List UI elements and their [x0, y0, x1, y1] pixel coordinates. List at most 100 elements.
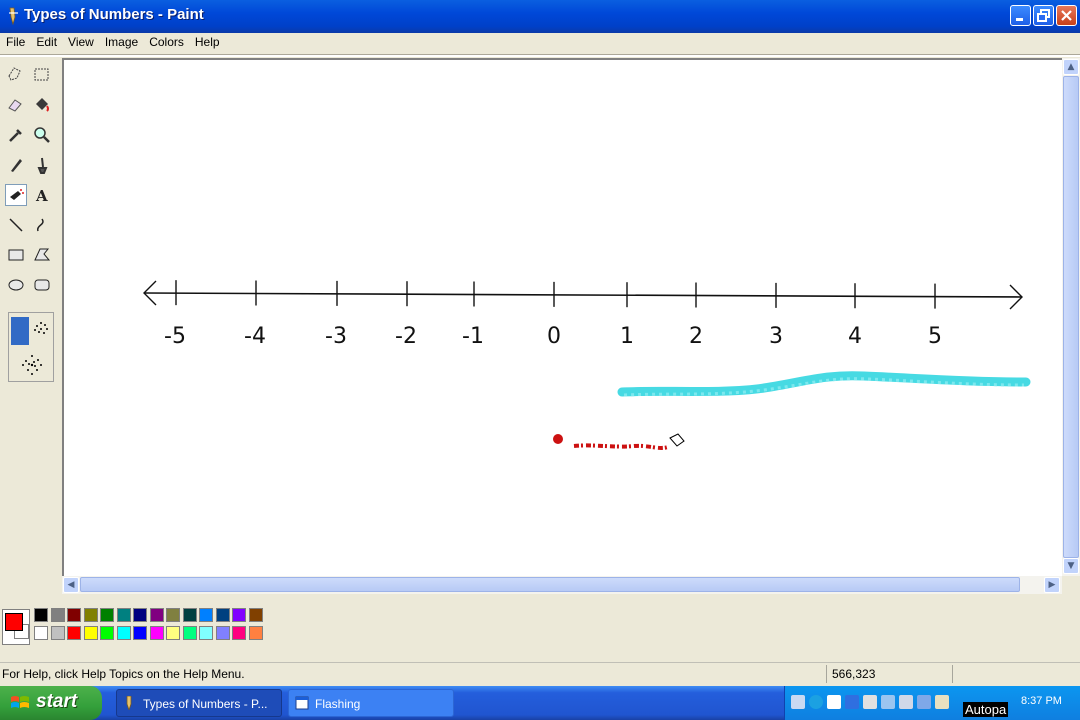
- title-bar[interactable]: Types of Numbers - Paint: [0, 0, 1080, 33]
- menu-image[interactable]: Image: [99, 33, 143, 49]
- monitor-icon[interactable]: [899, 695, 913, 709]
- palette-swatch-bottom-1[interactable]: [50, 626, 65, 640]
- paint-app-icon: [126, 696, 132, 710]
- menu-file[interactable]: File: [0, 33, 30, 49]
- windows-logo-icon: [11, 696, 29, 708]
- airbrush-size-small[interactable]: [11, 317, 29, 345]
- palette-swatch-top-9[interactable]: [182, 608, 197, 622]
- menu-edit[interactable]: Edit: [30, 33, 62, 49]
- menu-colors[interactable]: Colors: [143, 33, 189, 49]
- scroll-right-icon[interactable]: ▶: [1044, 577, 1060, 593]
- taskbar-item-paint[interactable]: Types of Numbers - P...: [116, 689, 282, 717]
- palette-swatch-bottom-10[interactable]: [199, 626, 213, 640]
- window-icon: [295, 696, 309, 710]
- tool-rectangle[interactable]: [5, 244, 27, 266]
- tool-ellipse[interactable]: [5, 274, 27, 296]
- tool-pick-color[interactable]: [5, 124, 27, 146]
- palette-swatch-top-6[interactable]: [133, 608, 147, 622]
- tool-fill-with-color[interactable]: [31, 94, 53, 116]
- tool-magnifier[interactable]: [31, 124, 53, 146]
- palette-swatch-top-1[interactable]: [50, 608, 65, 622]
- palette-swatch-bottom-7[interactable]: [149, 626, 164, 640]
- scroll-down-icon[interactable]: ▼: [1063, 558, 1079, 574]
- palette-swatch-bottom-0[interactable]: [34, 626, 48, 640]
- number-line-label: -5: [164, 324, 186, 349]
- red-airbrush-stroke: [573, 443, 669, 450]
- tool-options-panel: [8, 312, 54, 382]
- airbrush-size-medium-icon[interactable]: [31, 317, 51, 341]
- printer-icon[interactable]: [863, 695, 877, 709]
- text-icon: A: [35, 187, 48, 205]
- palette-swatch-top-3[interactable]: [83, 608, 98, 622]
- scroll-up-icon[interactable]: ▲: [1063, 59, 1079, 75]
- palette-swatch-bottom-6[interactable]: [133, 626, 147, 640]
- line-icon: [9, 218, 23, 232]
- maximize-button[interactable]: [1033, 5, 1054, 26]
- tool-airbrush[interactable]: [5, 184, 27, 206]
- shield-icon[interactable]: [917, 695, 931, 709]
- palette-swatch-top-13[interactable]: [248, 608, 263, 622]
- speaker-icon[interactable]: [935, 695, 949, 709]
- palette-swatch-bottom-2[interactable]: [67, 626, 81, 640]
- drawing-canvas[interactable]: -5 -4 -3 -2 -1 0 1 2 3 4 5: [62, 58, 1062, 576]
- tool-polygon[interactable]: [31, 244, 53, 266]
- brush-icon: [37, 157, 48, 174]
- palette-swatch-bottom-11[interactable]: [215, 626, 230, 640]
- palette-swatch-bottom-4[interactable]: [100, 626, 114, 640]
- palette-swatch-top-4[interactable]: [100, 608, 114, 622]
- status-divider: [826, 665, 827, 683]
- tool-rounded-rectangle[interactable]: [31, 274, 53, 296]
- palette-swatch-top-10[interactable]: [199, 608, 213, 622]
- number-line-label: 2: [689, 324, 703, 349]
- palette-swatch-bottom-5[interactable]: [116, 626, 131, 640]
- palette-swatch-top-0[interactable]: [34, 608, 48, 622]
- palette-swatch-bottom-3[interactable]: [83, 626, 98, 640]
- restore-icon: [1037, 9, 1050, 22]
- red-airbrush-dot: [553, 434, 563, 444]
- vertical-scroll-thumb[interactable]: [1063, 76, 1079, 558]
- tool-text[interactable]: A: [31, 184, 53, 206]
- close-button[interactable]: [1056, 5, 1077, 26]
- paint-app-icon: [9, 7, 18, 25]
- tool-brush[interactable]: [31, 154, 53, 176]
- tool-select[interactable]: [31, 64, 53, 86]
- horizontal-scroll-thumb[interactable]: [80, 577, 1020, 592]
- status-bar: For Help, click Help Topics on the Help …: [0, 662, 1080, 685]
- ellipse-icon: [8, 279, 24, 291]
- bluetooth-icon[interactable]: [845, 695, 859, 709]
- airbrush-size-large-icon[interactable]: [19, 351, 45, 379]
- tool-line[interactable]: [5, 214, 27, 236]
- tool-curve[interactable]: [31, 214, 53, 236]
- horizontal-scrollbar[interactable]: ◀ ▶: [62, 576, 1062, 594]
- palette-swatch-top-5[interactable]: [116, 608, 131, 622]
- menu-view[interactable]: View: [62, 33, 99, 49]
- palette-swatch-top-7[interactable]: [149, 608, 164, 622]
- tool-free-form-select[interactable]: [5, 64, 27, 86]
- eraser-icon: [8, 99, 22, 112]
- start-button[interactable]: start: [0, 686, 102, 720]
- ie-icon[interactable]: [809, 695, 823, 709]
- pen-tool-icon[interactable]: [791, 695, 805, 709]
- palette-swatch-top-11[interactable]: [215, 608, 230, 622]
- start-label: start: [36, 691, 78, 712]
- palette-swatch-bottom-9[interactable]: [182, 626, 197, 640]
- vertical-scrollbar[interactable]: ▲ ▼: [1062, 58, 1080, 576]
- palette-swatch-bottom-12[interactable]: [232, 626, 246, 640]
- tool-eraser[interactable]: [5, 94, 27, 116]
- number-line-label: 3: [769, 324, 783, 349]
- network-icon[interactable]: [881, 695, 895, 709]
- foreground-color-swatch[interactable]: [5, 613, 23, 631]
- window-title: Types of Numbers - Paint: [24, 6, 204, 23]
- palette-swatch-top-8[interactable]: [166, 608, 180, 622]
- taskbar-item-flashing[interactable]: Flashing: [288, 689, 454, 717]
- palette-swatch-bottom-8[interactable]: [166, 626, 180, 640]
- minimize-button[interactable]: [1010, 5, 1031, 26]
- palette-swatch-bottom-13[interactable]: [248, 626, 263, 640]
- palette-swatch-top-12[interactable]: [232, 608, 246, 622]
- taskbar-item-label: Flashing: [315, 697, 361, 711]
- scroll-left-icon[interactable]: ◀: [63, 577, 79, 593]
- menu-help[interactable]: Help: [189, 33, 225, 49]
- tool-pencil[interactable]: [5, 154, 27, 176]
- palette-swatch-top-2[interactable]: [67, 608, 81, 622]
- document-icon[interactable]: [827, 695, 841, 709]
